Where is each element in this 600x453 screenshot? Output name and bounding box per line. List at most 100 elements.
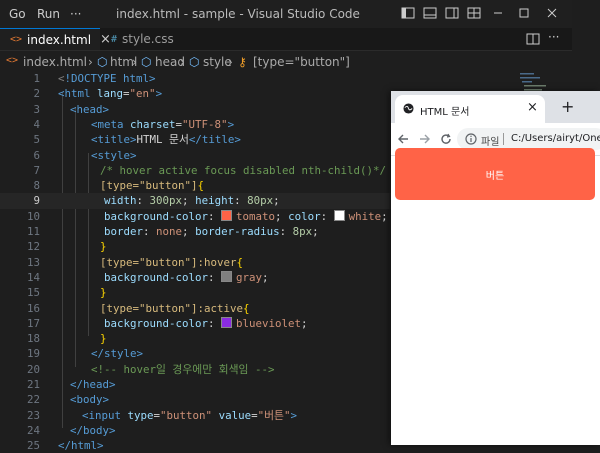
code-token: value bbox=[218, 408, 252, 422]
symbol-element-icon: ⬡ bbox=[97, 55, 108, 69]
code-token: 8px bbox=[292, 225, 313, 238]
line-number: 4 bbox=[33, 117, 40, 131]
more-actions-icon[interactable]: ··· bbox=[548, 30, 559, 44]
code-token: { bbox=[236, 255, 244, 269]
symbol-element-icon: ⬡ bbox=[141, 55, 152, 69]
code-token: [type="button"]:active bbox=[100, 301, 244, 315]
globe-icon bbox=[403, 103, 414, 114]
code-token: [type="button"]:hover bbox=[100, 255, 237, 269]
menu-run[interactable]: Run bbox=[37, 7, 60, 21]
code-token: { bbox=[197, 179, 205, 193]
toggle-panel-icon[interactable] bbox=[423, 6, 437, 20]
close-tab-icon[interactable]: × bbox=[527, 100, 538, 115]
breadcrumb-item[interactable]: [type="button"] bbox=[253, 55, 350, 69]
code-token: 80px bbox=[247, 194, 274, 208]
line-number: 2 bbox=[33, 87, 40, 101]
code-token: { bbox=[243, 301, 250, 315]
menu-more[interactable]: ··· bbox=[70, 7, 81, 21]
address-scheme-label: 파일 bbox=[481, 137, 500, 148]
html-file-icon: <> bbox=[10, 34, 23, 45]
breadcrumb-item[interactable]: index.html bbox=[23, 55, 87, 69]
window-title: index.html - sample - Visual Studio Code bbox=[116, 7, 360, 21]
code-token: tomato bbox=[236, 209, 276, 223]
line-number: 15 bbox=[26, 286, 40, 300]
info-icon[interactable] bbox=[465, 133, 477, 145]
chevron-right-icon: › bbox=[228, 55, 233, 69]
code-token: border bbox=[104, 225, 144, 238]
tab-index-html[interactable]: <> index.html × bbox=[0, 28, 111, 50]
address-url[interactable]: C:/Users/airyt/OneDr bbox=[511, 133, 600, 144]
code-token: </body> bbox=[70, 423, 116, 437]
code-token: charset bbox=[130, 117, 176, 131]
address-bar[interactable]: 파일 C:/Users/airyt/OneDr bbox=[457, 128, 600, 150]
line-number: 3 bbox=[33, 102, 40, 116]
code-token: </html> bbox=[58, 439, 104, 453]
code-token: type bbox=[127, 408, 154, 422]
browser-tab-strip: HTML 문서 × + bbox=[391, 91, 600, 123]
code-token: > bbox=[227, 117, 235, 131]
symbol-key-icon: ⚷ bbox=[238, 55, 247, 69]
code-token: background-color bbox=[104, 209, 209, 223]
maximize-icon[interactable] bbox=[517, 6, 531, 20]
line-number: 12 bbox=[26, 240, 40, 254]
browser-tab[interactable]: HTML 문서 × bbox=[395, 95, 545, 123]
code-token: <html bbox=[58, 87, 98, 101]
toggle-secondary-sidebar-icon[interactable] bbox=[445, 6, 459, 20]
color-swatch[interactable] bbox=[221, 316, 233, 328]
line-number: 7 bbox=[33, 163, 40, 177]
code-token: } bbox=[100, 240, 107, 254]
line-number: 19 bbox=[26, 347, 40, 361]
line-number: 13 bbox=[26, 255, 40, 269]
color-swatch[interactable] bbox=[333, 209, 345, 221]
chevron-right-icon: › bbox=[180, 55, 185, 69]
title-bar: Go Run ··· index.html - sample - Visual … bbox=[0, 0, 572, 28]
line-number: 6 bbox=[33, 148, 40, 162]
code-token: "UTF-8" bbox=[182, 117, 228, 131]
code-token: width bbox=[104, 194, 137, 208]
line-number: 21 bbox=[26, 378, 40, 391]
line-number: 8 bbox=[33, 179, 40, 193]
tab-label: style.css bbox=[122, 32, 174, 46]
code-token: height bbox=[195, 194, 235, 208]
code-token: 300px bbox=[149, 194, 183, 208]
menu-go[interactable]: Go bbox=[9, 7, 26, 21]
code-token: </style> bbox=[91, 347, 144, 361]
color-swatch[interactable] bbox=[221, 270, 233, 282]
code-token: <style> bbox=[91, 148, 137, 162]
minimize-icon[interactable] bbox=[491, 6, 505, 20]
reload-icon[interactable] bbox=[440, 133, 452, 145]
forward-arrow-icon[interactable] bbox=[419, 133, 431, 145]
line-number: 10 bbox=[26, 209, 40, 223]
code-token: <input bbox=[82, 408, 128, 422]
customize-layout-icon[interactable] bbox=[467, 6, 481, 20]
code-token: [type="button"] bbox=[100, 179, 198, 193]
line-number: 20 bbox=[26, 362, 40, 376]
code-token: <body> bbox=[70, 393, 110, 407]
close-window-icon[interactable] bbox=[545, 6, 559, 20]
code-token: HTML 문서 bbox=[136, 133, 189, 147]
toggle-sidebar-icon[interactable] bbox=[401, 6, 415, 20]
code-token: } bbox=[100, 332, 107, 346]
tab-label: index.html bbox=[27, 32, 92, 47]
line-number: 1 bbox=[33, 72, 40, 85]
code-token: white bbox=[348, 209, 382, 223]
back-arrow-icon[interactable] bbox=[397, 133, 409, 145]
symbol-element-icon: ⬡ bbox=[189, 55, 200, 69]
code-token: "버튼" bbox=[257, 408, 291, 422]
code-token: background-color bbox=[104, 270, 209, 284]
tab-style-css[interactable]: # style.css bbox=[101, 28, 181, 50]
code-token: </head> bbox=[70, 378, 116, 391]
html-file-icon: <> bbox=[6, 55, 19, 66]
line-number: 9 bbox=[33, 194, 40, 208]
color-swatch[interactable] bbox=[221, 209, 233, 221]
new-tab-icon[interactable]: + bbox=[561, 97, 574, 116]
page-button[interactable]: 버튼 bbox=[395, 148, 595, 200]
browser-tab-title: HTML 문서 bbox=[420, 107, 470, 118]
code-token: color bbox=[288, 209, 321, 223]
chevron-right-icon: › bbox=[88, 55, 93, 69]
code-token: "button" bbox=[160, 408, 213, 422]
code-token: <head> bbox=[70, 102, 110, 116]
line-number: 11 bbox=[26, 225, 40, 238]
split-editor-icon[interactable] bbox=[526, 32, 540, 46]
code-token: gray bbox=[236, 270, 263, 284]
